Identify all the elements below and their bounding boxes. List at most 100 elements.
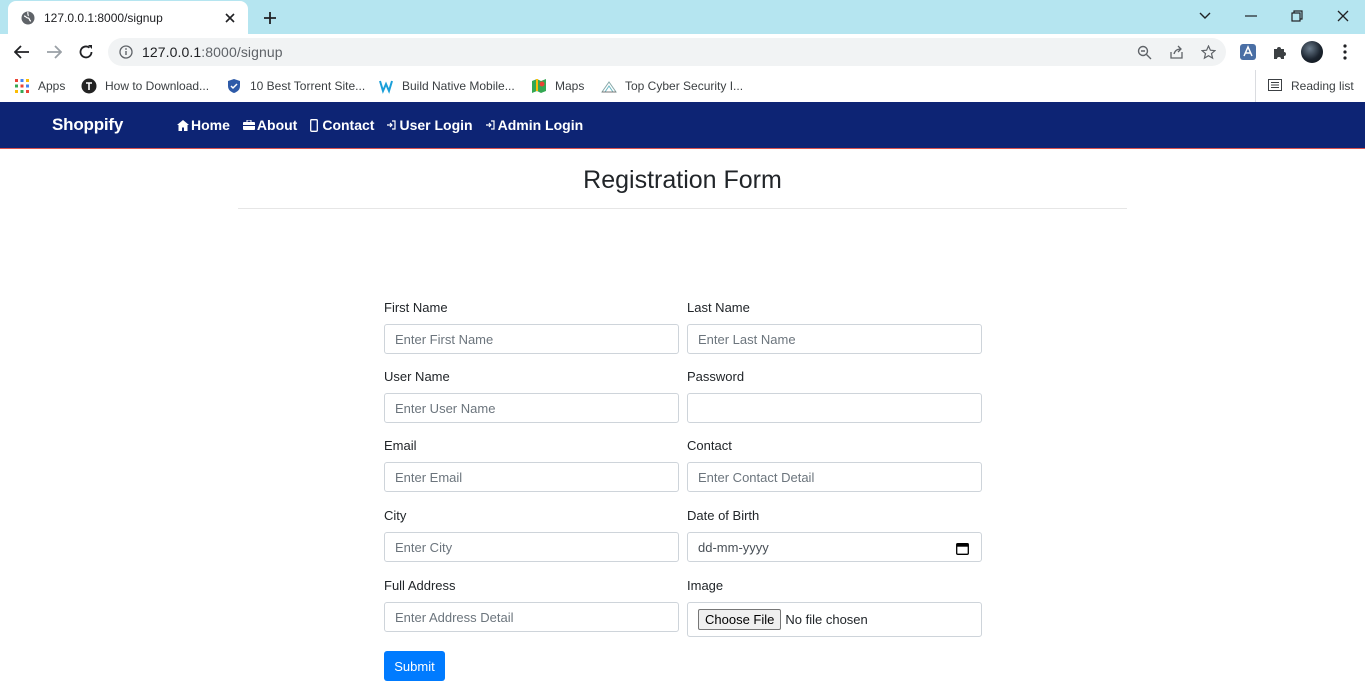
file-status: No file chosen <box>785 612 868 627</box>
city-label: City <box>384 508 407 523</box>
email-label: Email <box>384 438 417 453</box>
browser-toolbar: 127.0.0.1:8000/signup <box>0 34 1365 70</box>
bookmark-label: Maps <box>555 79 585 93</box>
bookmark-how-to-download[interactable]: How to Download... <box>81 78 209 94</box>
nav-contact[interactable]: Contact <box>310 117 374 133</box>
zoom-icon[interactable] <box>1136 44 1152 60</box>
address-input[interactable]: Enter Address Detail <box>384 602 679 632</box>
bookmark-label: Apps <box>38 79 66 93</box>
password-label: Password <box>687 369 745 384</box>
new-tab-icon[interactable] <box>260 8 280 28</box>
last-name-input[interactable]: Enter Last Name <box>687 324 982 354</box>
bookmark-torrent-sites[interactable]: 10 Best Torrent Site... <box>226 78 365 94</box>
share-icon[interactable] <box>1168 44 1184 60</box>
restore-icon[interactable] <box>1286 6 1308 26</box>
nav-user-login[interactable]: User Login <box>387 117 473 133</box>
maps-icon <box>531 78 547 94</box>
user-name-group: User Name Enter User Name <box>384 369 679 423</box>
menu-dots-icon[interactable] <box>1335 42 1355 62</box>
user-name-label: User Name <box>384 369 450 384</box>
choose-file-button[interactable]: Choose File <box>698 609 782 630</box>
nav-links: Home About Contact User Login Admin Logi… <box>177 117 596 133</box>
bookmark-maps[interactable]: Maps <box>531 78 584 94</box>
nav-admin-login[interactable]: Admin Login <box>485 117 583 133</box>
login-icon <box>485 120 495 130</box>
city-placeholder: Enter City <box>395 539 453 555</box>
last-name-placeholder: Enter Last Name <box>698 331 796 347</box>
contact-input[interactable]: Enter Contact Detail <box>687 462 982 492</box>
first-name-input[interactable]: Enter First Name <box>384 324 679 354</box>
image-file-input: Choose File No file chosen <box>687 602 982 637</box>
nav-home[interactable]: Home <box>177 117 230 133</box>
first-name-placeholder: Enter First Name <box>395 331 494 347</box>
city-input[interactable]: Enter City <box>384 532 679 562</box>
last-name-label: Last Name <box>687 300 750 315</box>
email-input[interactable]: Enter Email <box>384 462 679 492</box>
tab-title: 127.0.0.1:8000/signup <box>44 10 163 25</box>
close-tab-icon[interactable] <box>222 10 238 26</box>
bookmark-label: Top Cyber Security I... <box>625 79 744 93</box>
url-text: 127.0.0.1:8000/signup <box>142 44 283 60</box>
bookmark-build-native[interactable]: Build Native Mobile... <box>378 78 515 94</box>
extensions-puzzle-icon[interactable] <box>1270 42 1290 62</box>
dob-placeholder: dd-mm-yyyy <box>698 539 769 555</box>
city-group: City Enter City <box>384 508 679 562</box>
image-group: Image Choose File No file chosen <box>687 578 982 637</box>
close-window-icon[interactable] <box>1332 6 1354 26</box>
build-app-icon <box>378 78 394 94</box>
address-bar[interactable]: 127.0.0.1:8000/signup <box>108 38 1226 66</box>
bookmark-apps[interactable]: Apps <box>14 78 65 94</box>
submit-button[interactable]: Submit <box>384 651 445 681</box>
reading-list-label: Reading list <box>1291 79 1354 93</box>
reading-list-icon <box>1268 79 1282 93</box>
user-name-input[interactable]: Enter User Name <box>384 393 679 423</box>
address-label: Full Address <box>384 578 456 593</box>
user-name-placeholder: Enter User Name <box>395 400 496 416</box>
password-group: Password <box>687 369 982 423</box>
back-arrow-icon[interactable] <box>12 42 32 62</box>
bookmark-label: How to Download... <box>105 79 210 93</box>
forward-arrow-icon[interactable] <box>44 42 64 62</box>
reload-icon[interactable] <box>76 42 96 62</box>
dob-group: Date of Birth dd-mm-yyyy <box>687 508 982 562</box>
extension-app-icon[interactable] <box>1238 42 1258 62</box>
last-name-group: Last Name Enter Last Name <box>687 300 982 354</box>
home-icon <box>177 119 189 131</box>
contact-group: Contact Enter Contact Detail <box>687 438 982 492</box>
bookmark-label: Build Native Mobile... <box>402 79 515 93</box>
download-site-icon <box>81 78 97 94</box>
first-name-group: First Name Enter First Name <box>384 300 679 354</box>
site-info-icon[interactable] <box>118 44 134 60</box>
browser-tab-strip: 127.0.0.1:8000/signup <box>0 0 1365 34</box>
address-group: Full Address Enter Address Detail <box>384 578 679 632</box>
tab-search-chevron-icon[interactable] <box>1194 6 1216 26</box>
password-input[interactable] <box>687 393 982 423</box>
bookmark-label: 10 Best Torrent Site... <box>250 79 366 93</box>
calendar-icon[interactable] <box>955 541 969 555</box>
first-name-label: First Name <box>384 300 448 315</box>
browser-tab[interactable]: 127.0.0.1:8000/signup <box>8 1 248 34</box>
nav-user-login-label: User Login <box>399 117 473 133</box>
bookmark-cyber-security[interactable]: Top Cyber Security I... <box>601 78 743 94</box>
shield-icon <box>226 78 242 94</box>
email-group: Email Enter Email <box>384 438 679 492</box>
bookmark-star-icon[interactable] <box>1200 44 1216 60</box>
bookmarks-bar: Apps How to Download... 10 Best Torrent … <box>0 70 1365 102</box>
dob-label: Date of Birth <box>687 508 760 523</box>
dob-input[interactable]: dd-mm-yyyy <box>687 532 982 562</box>
image-label: Image <box>687 578 724 593</box>
nav-about[interactable]: About <box>242 117 297 133</box>
nav-home-label: Home <box>191 117 230 133</box>
brand-logo[interactable]: Shoppify <box>52 115 123 135</box>
reading-list[interactable]: Reading list <box>1255 70 1354 102</box>
cyber-security-icon <box>601 78 617 94</box>
briefcase-icon <box>242 120 255 130</box>
login-icon <box>387 120 397 130</box>
page-title: Registration Form <box>583 166 782 194</box>
contact-label: Contact <box>687 438 732 453</box>
email-placeholder: Enter Email <box>395 469 463 485</box>
minimize-icon[interactable] <box>1240 6 1262 26</box>
apps-grid-icon <box>14 78 30 94</box>
contact-placeholder: Enter Contact Detail <box>698 469 815 485</box>
profile-avatar[interactable] <box>1301 41 1323 63</box>
